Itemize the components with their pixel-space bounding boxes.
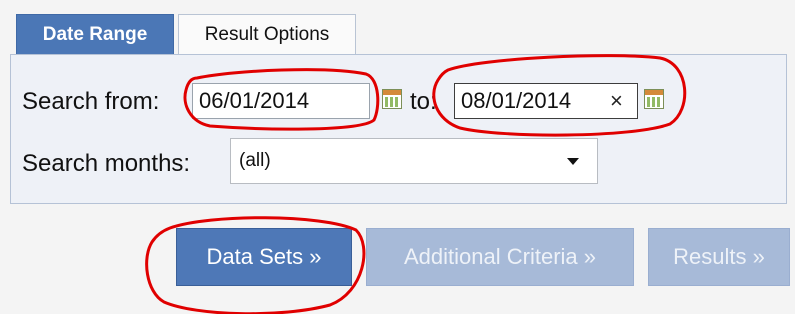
data-sets-button[interactable]: Data Sets » — [176, 228, 352, 286]
tab-result-options[interactable]: Result Options — [178, 14, 356, 54]
search-from-label: Search from: — [22, 88, 160, 115]
date-to-input[interactable]: 08/01/2014 × — [454, 83, 638, 119]
clear-icon[interactable]: × — [610, 90, 623, 112]
tab-date-range-label: Date Range — [42, 23, 148, 45]
search-months-value: (all) — [239, 150, 271, 171]
chevron-down-icon — [567, 158, 579, 165]
tab-date-range[interactable]: Date Range — [16, 14, 174, 54]
search-months-label: Search months: — [22, 150, 191, 177]
calendar-icon-to[interactable] — [644, 89, 664, 109]
data-sets-label: Data Sets » — [206, 244, 322, 269]
results-button[interactable]: Results » — [648, 228, 790, 286]
to-label: to: — [410, 88, 437, 115]
date-to-value: 08/01/2014 — [461, 88, 572, 113]
date-from-value: 06/01/2014 — [199, 88, 310, 113]
additional-criteria-label: Additional Criteria » — [404, 244, 596, 269]
results-label: Results » — [673, 244, 765, 269]
calendar-icon[interactable] — [382, 89, 402, 109]
additional-criteria-button[interactable]: Additional Criteria » — [366, 228, 634, 286]
date-from-input[interactable]: 06/01/2014 — [192, 83, 370, 119]
tab-result-options-label: Result Options — [204, 23, 330, 45]
search-months-select[interactable]: (all) — [230, 138, 598, 184]
